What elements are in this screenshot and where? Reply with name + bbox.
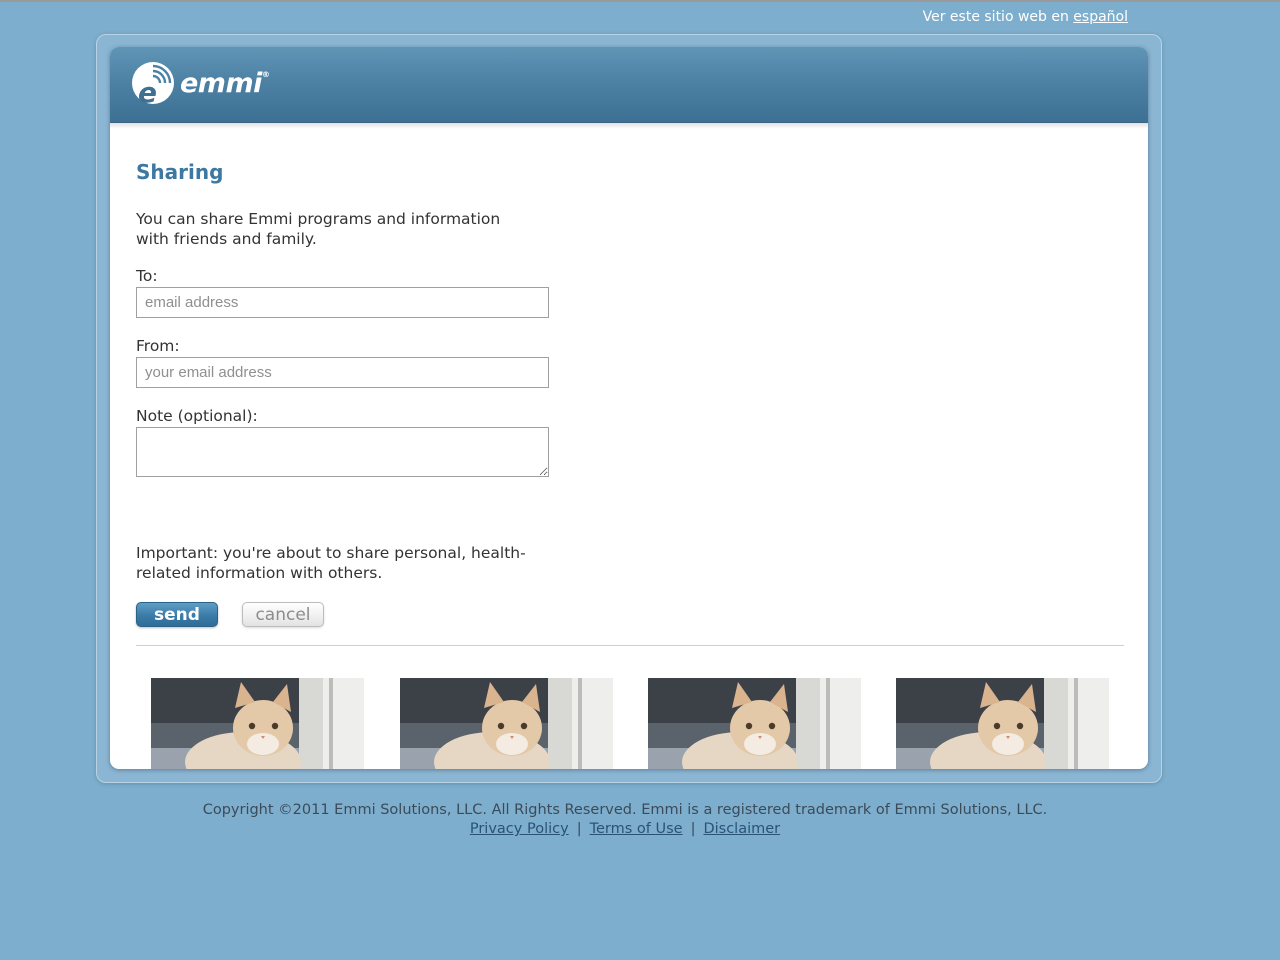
link-separator: | — [690, 821, 696, 837]
emmi-logo-icon: e — [132, 62, 174, 106]
copyright-text: Copyright ©2011 Emmi Solutions, LLC. All… — [202, 802, 1048, 818]
divider — [136, 645, 1124, 646]
send-button[interactable]: send — [136, 602, 218, 627]
emmi-wordmark: emmi® — [180, 67, 270, 99]
intro-text: You can share Emmi programs and informat… — [136, 210, 501, 248]
page-title: Sharing — [136, 160, 224, 184]
kitten-photo-thumbnail[interactable] — [648, 678, 861, 769]
spanish-link[interactable]: español — [1073, 9, 1128, 25]
emmi-logo: e emmi® — [130, 59, 270, 107]
brand-name: emmi — [180, 67, 262, 99]
window-top-edge — [0, 0, 1280, 2]
thumbnail-row — [151, 678, 1111, 769]
privacy-policy-link[interactable]: Privacy Policy — [470, 821, 569, 837]
kitten-photo-thumbnail[interactable] — [151, 678, 364, 769]
main-card: e emmi® Sharing You can share Emmi progr… — [110, 47, 1148, 769]
language-bar: Ver este sitio web en español — [0, 9, 1128, 25]
card-header: e emmi® — [110, 47, 1148, 123]
to-email-input[interactable] — [136, 287, 549, 318]
from-label: From: — [136, 337, 180, 355]
cancel-button[interactable]: cancel — [242, 602, 324, 627]
to-label: To: — [136, 267, 158, 285]
link-separator: | — [576, 821, 582, 837]
kitten-photo-thumbnail[interactable] — [400, 678, 613, 769]
important-notice: Important: you're about to share persona… — [136, 544, 526, 582]
footer: Copyright ©2011 Emmi Solutions, LLC. All… — [0, 801, 1250, 839]
footer-links: Privacy Policy | Terms of Use | Disclaimer — [0, 820, 1250, 839]
note-label: Note (optional): — [136, 407, 258, 425]
note-textarea[interactable] — [136, 427, 549, 477]
svg-text:e: e — [138, 76, 157, 106]
header-shadow — [110, 123, 1148, 129]
kitten-photo-thumbnail[interactable] — [896, 678, 1109, 769]
terms-of-use-link[interactable]: Terms of Use — [590, 821, 683, 837]
disclaimer-link[interactable]: Disclaimer — [703, 821, 780, 837]
language-bar-text: Ver este sitio web en — [922, 9, 1074, 25]
from-email-input[interactable] — [136, 357, 549, 388]
registered-mark: ® — [261, 69, 270, 79]
